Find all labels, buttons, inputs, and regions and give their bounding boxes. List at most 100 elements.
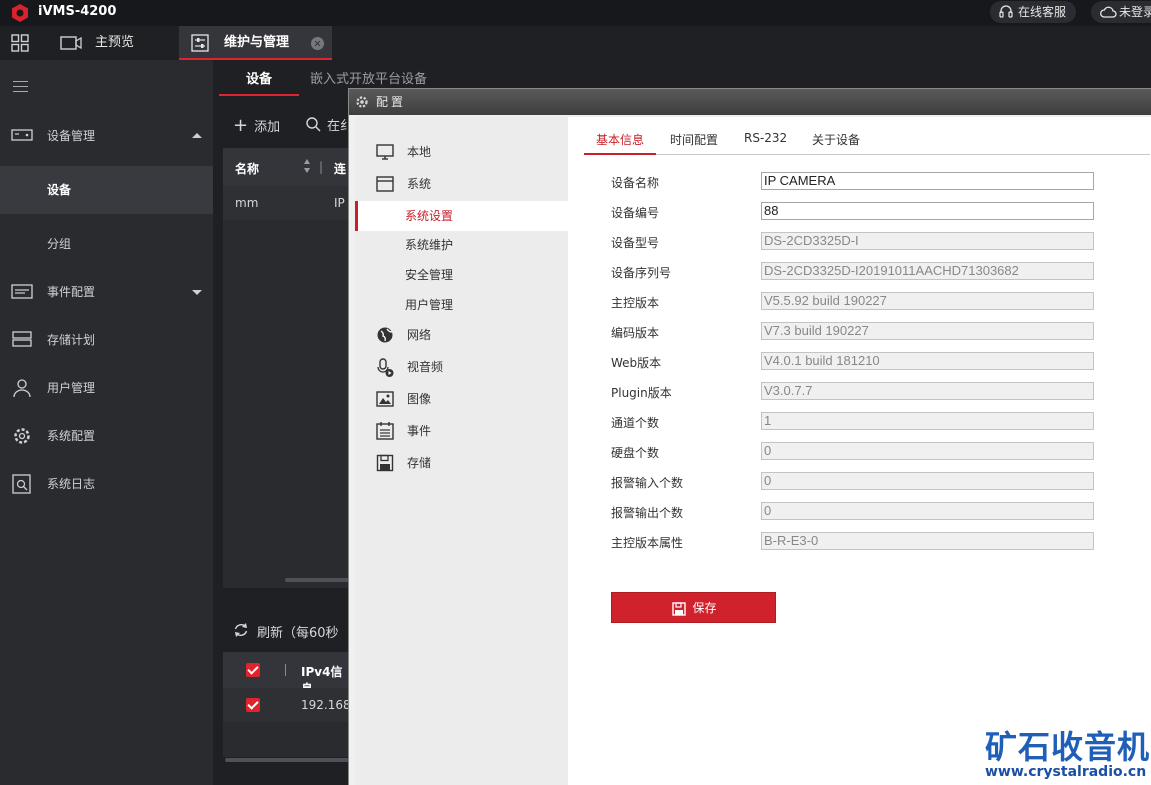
system-window-icon: [376, 176, 394, 192]
config-tabs: 基本信息 时间配置 RS-232 关于设备: [584, 127, 1150, 155]
hamburger-icon[interactable]: [13, 81, 28, 96]
device-model-field: DS-2CD3325D-I: [761, 232, 1094, 250]
field-row-encoding-version: 编码版本 V7.3 build 190227: [611, 322, 1101, 342]
sidebar-item-event-config[interactable]: 事件配置: [0, 268, 213, 316]
nav-label: 安全管理: [405, 268, 454, 282]
field-label: 设备型号: [611, 236, 660, 250]
nav-item-image[interactable]: 图像: [355, 384, 568, 414]
refresh-label: 刷新（每60秒: [257, 626, 339, 641]
nav-item-system-maintenance[interactable]: 系统维护: [355, 230, 568, 260]
watermark-url: www.crystalradio.cn: [985, 764, 1147, 780]
sidebar-item-system-log[interactable]: 系统日志: [0, 460, 213, 508]
web-version-field: V4.0.1 build 181210: [761, 352, 1094, 370]
nav-item-local[interactable]: 本地: [355, 137, 568, 167]
save-button[interactable]: 保存: [611, 592, 776, 623]
field-row-device-name: 设备名称 IP CAMERA: [611, 172, 1101, 192]
grid-menu-icon[interactable]: [11, 34, 29, 52]
nav-item-storage[interactable]: 存储: [355, 448, 568, 478]
gear-icon: [14, 428, 30, 444]
firmware-attribute-field: B-R-E3-0: [761, 532, 1094, 550]
horizontal-scrollbar[interactable]: [225, 758, 349, 762]
sidebar-item-device-management[interactable]: 设备管理: [0, 112, 213, 160]
tab-main-preview[interactable]: 主预览: [60, 26, 170, 60]
row-checkbox[interactable]: [246, 698, 260, 712]
field-label: 设备序列号: [611, 266, 672, 280]
nav-item-system-settings[interactable]: 系统设置: [355, 201, 568, 231]
nav-label: 系统: [407, 177, 432, 191]
field-row-channel-count: 通道个数 1: [611, 412, 1101, 432]
field-row-firmware-version: 主控版本 V5.5.92 build 190227: [611, 292, 1101, 312]
sidebar-item-label: 设备: [47, 183, 72, 197]
title-bar: iVMS-4200 在线客服 未登录: [0, 0, 1151, 26]
close-icon[interactable]: [311, 37, 324, 50]
sidebar-item-label: 事件配置: [47, 285, 96, 299]
sidebar-item-system-config[interactable]: 系统配置: [0, 412, 213, 460]
app-title: iVMS-4200: [38, 4, 117, 19]
device-number-input[interactable]: 88: [761, 202, 1094, 220]
save-label: 保存: [692, 601, 717, 615]
login-status-button[interactable]: 未登录: [1091, 1, 1151, 23]
refresh-button[interactable]: 刷新（每60秒: [233, 622, 339, 641]
field-label: 主控版本属性: [611, 536, 684, 550]
nav-item-security[interactable]: 安全管理: [355, 260, 568, 290]
field-row-firmware-attribute: 主控版本属性 B-R-E3-0: [611, 532, 1101, 552]
tab-basic-info[interactable]: 基本信息: [584, 131, 657, 155]
tab-label: 维护与管理: [224, 35, 290, 50]
select-all-checkbox[interactable]: [246, 663, 260, 677]
field-row-alarm-output-count: 报警输出个数 0: [611, 502, 1101, 522]
tab-about-device[interactable]: 关于设备: [812, 131, 860, 155]
hikvision-logo-icon: [12, 4, 28, 22]
add-device-button[interactable]: + 添加: [233, 115, 280, 136]
sidebar-item-device[interactable]: 设备: [0, 166, 213, 214]
alarm-input-count-field: 0: [761, 472, 1094, 490]
nav-item-network[interactable]: 网络: [355, 320, 568, 350]
sidebar-item-storage-plan[interactable]: 存储计划: [0, 316, 213, 364]
ipv4-cell: 192.168: [301, 698, 351, 712]
online-device-table: IPv4信息 192.168: [223, 652, 351, 757]
encoding-version-field: V7.3 build 190227: [761, 322, 1094, 340]
field-label: Web版本: [611, 356, 662, 370]
tab-time-config[interactable]: 时间配置: [670, 131, 718, 155]
plus-icon: +: [233, 115, 249, 136]
nav-item-audio-video[interactable]: 视音频: [355, 352, 568, 382]
sidebar-item-group[interactable]: 分组: [0, 220, 213, 268]
channel-count-field: 1: [761, 412, 1094, 430]
horizontal-scrollbar[interactable]: [285, 578, 349, 582]
nav-label: 网络: [407, 328, 432, 342]
field-label: 设备编号: [611, 206, 660, 220]
dialog-body: 本地 系统 系统设置 系统维护 安全管理 用户管理 网络 视音频 图像 事件 存…: [355, 117, 1151, 785]
hdd-count-field: 0: [761, 442, 1094, 460]
tab-rs232[interactable]: RS-232: [744, 131, 787, 155]
column-header-name[interactable]: 名称: [235, 160, 259, 177]
sidebar-item-label: 用户管理: [47, 381, 96, 395]
nav-item-user-management[interactable]: 用户管理: [355, 290, 568, 320]
column-header-connection[interactable]: 连: [334, 160, 346, 177]
alarm-output-count-field: 0: [761, 502, 1094, 520]
log-search-icon: [12, 474, 31, 494]
online-service-label: 在线客服: [1018, 5, 1067, 19]
login-status-label: 未登录: [1119, 5, 1151, 19]
image-icon: [376, 391, 394, 407]
monitor-icon: [376, 144, 394, 160]
field-row-hdd-count: 硬盘个数 0: [611, 442, 1101, 462]
field-label: 报警输入个数: [611, 476, 684, 490]
sidebar-item-user-management[interactable]: 用户管理: [0, 364, 213, 412]
nav-item-system[interactable]: 系统: [355, 169, 568, 199]
nav-item-event[interactable]: 事件: [355, 416, 568, 446]
sort-icon[interactable]: [303, 158, 311, 174]
online-service-button[interactable]: 在线客服: [990, 1, 1077, 23]
dialog-title-bar[interactable]: 配置: [349, 89, 1151, 115]
table-row[interactable]: 192.168: [223, 688, 351, 722]
subtab-devices[interactable]: 设备: [219, 68, 299, 96]
device-table: 名称 | 连 mm IP: [223, 148, 349, 588]
tab-maintenance[interactable]: 维护与管理: [179, 26, 332, 60]
online-device-button[interactable]: 在纟: [305, 115, 353, 134]
table-row[interactable]: mm IP: [223, 186, 349, 220]
column-divider: |: [319, 160, 324, 174]
event-config-icon: [11, 284, 33, 299]
device-name-input[interactable]: IP CAMERA: [761, 172, 1094, 190]
field-label: 编码版本: [611, 326, 660, 340]
nav-label: 事件: [407, 424, 432, 438]
floppy-disk-icon: [672, 602, 686, 616]
microphone-play-icon: [377, 358, 394, 377]
